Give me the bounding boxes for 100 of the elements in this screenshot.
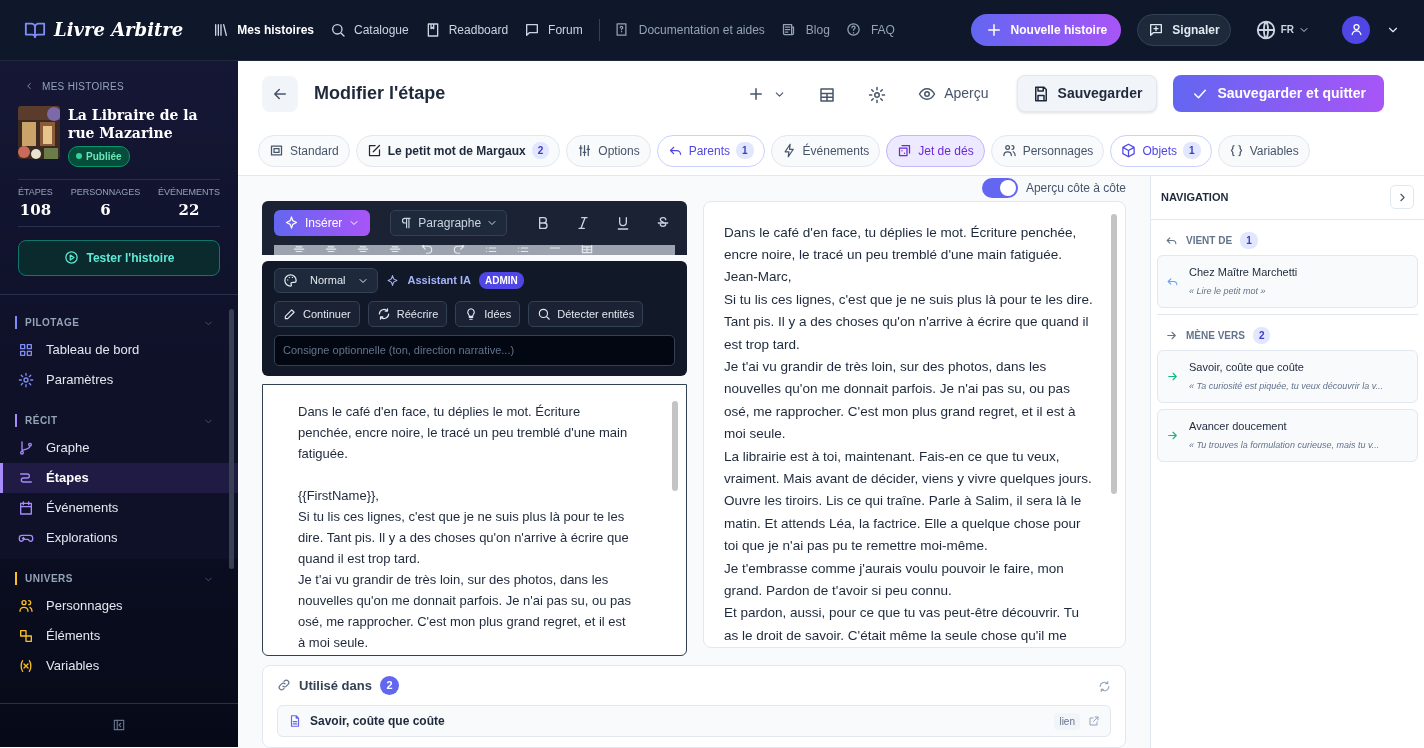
paragraph: La librairie est à toi, maintenant. Fais-en ce que tu veux, vraiment. Mais avant de décider, viens y vivre quelques jours. Ouvre les tiroirs. Lis ce qui traîne. Parle à Salim, il sera là le matin. Et attends Léa, la factrice. Elle a quelque chose pour toi que je n'ai pas pu te remettre moi-même. <box>724 447 1093 556</box>
branch-icon <box>18 439 34 456</box>
linked-step[interactable]: Savoir, coûte que coûte lien <box>277 705 1111 737</box>
tab[interactable]: Personnages <box>990 135 1105 167</box>
test-story-button[interactable]: Tester l'histoire <box>18 239 220 276</box>
nav-link[interactable]: FAQ <box>860 14 905 45</box>
pen-icon <box>283 306 297 321</box>
ai-action-button[interactable]: Détecter entités <box>528 300 644 327</box>
tab[interactable]: Jet de dés <box>886 135 985 167</box>
sidebar-collapse-icon <box>112 718 126 733</box>
back-link[interactable]: MES HISTOIRES <box>42 78 125 94</box>
ai-action-button[interactable]: Idées <box>455 300 521 327</box>
paragraph: Si tu lis ces lignes, c'est que je ne suis plus là pour te les dire. Tant pis. Il y a des choses qu'on n'arrive à écrire que quand il est trop tard. <box>724 290 1093 354</box>
stat-value: 6 <box>99 200 112 222</box>
newspaper-icon <box>780 22 796 38</box>
report-button[interactable]: Signaler <box>1137 13 1231 46</box>
nav-link[interactable]: Catalogue <box>346 14 417 45</box>
choice-text: « Tu trouves la formulation curieuse, mais tu v... <box>1189 439 1380 453</box>
instruction-field[interactable]: Consigne optionnelle (ton, direction narrative...) <box>274 335 675 366</box>
shapes-icon <box>18 627 34 644</box>
scrollbar[interactable] <box>1111 213 1117 494</box>
numbered-list-icon <box>516 244 530 255</box>
users-icon <box>1001 143 1017 159</box>
redo-icon <box>452 244 466 255</box>
help-icon <box>845 22 861 38</box>
chat-plus-icon <box>1148 21 1165 38</box>
stat-value: 108 <box>18 200 53 222</box>
section-title: Utilisé dans <box>299 676 372 695</box>
save-and-quit-button[interactable]: Sauvegarder et quitter <box>1173 75 1384 113</box>
logo-text: Livre Arbitre <box>54 18 184 43</box>
nav-link[interactable]: Documentation et aides <box>628 14 775 45</box>
align-left-icon <box>292 244 306 255</box>
sidebar-item[interactable]: Graphe <box>0 432 238 463</box>
tab[interactable]: Standard <box>258 135 350 167</box>
books-icon <box>213 21 230 38</box>
tab[interactable]: Événements <box>770 135 881 167</box>
step-link[interactable]: Savoir, coûte que coûte « Ta curiosité est piquée, tu veux découvrir la v... <box>1157 349 1418 403</box>
stat-label: ÉTAPES <box>18 185 53 199</box>
style-dropdown[interactable]: Normal <box>274 268 379 293</box>
chat-icon <box>524 21 541 38</box>
tab[interactable]: Le petit mot de Margaux 2 <box>355 135 561 167</box>
step-link[interactable]: Chez Maître Marchetti « Lire le petit mot » <box>1157 254 1418 308</box>
insert-button[interactable]: Insérer <box>274 209 371 236</box>
nav-link[interactable]: Forum <box>540 14 591 45</box>
choice-text: « Lire le petit mot » <box>1189 285 1267 299</box>
edit-icon <box>366 143 382 159</box>
tab[interactable]: Variables <box>1217 135 1310 167</box>
settings-icon <box>18 371 34 388</box>
toggle-switch[interactable] <box>981 178 1018 199</box>
refresh-icon <box>1098 679 1111 693</box>
sidebar-item[interactable]: Variables <box>0 650 238 681</box>
sidebar-item[interactable]: Étapes <box>0 462 238 493</box>
sliders-icon <box>577 143 593 159</box>
bullet-list-icon <box>484 244 498 255</box>
file-icon <box>288 714 302 728</box>
step-title: Avancer doucement <box>1189 418 1288 434</box>
sparkle-icon <box>284 215 299 230</box>
tab[interactable]: Options <box>566 135 651 167</box>
toggle-label: Aperçu côte à côte <box>1025 180 1126 198</box>
nav-link[interactable]: Mes histoires <box>229 14 322 45</box>
align-center-icon <box>324 244 338 255</box>
stat-value: 22 <box>177 200 201 222</box>
group-title: VIENT DE <box>1186 233 1233 248</box>
step-title: Chez Maître Marchetti <box>1189 264 1298 280</box>
step-title: Savoir, coûte que coûte <box>1189 359 1305 375</box>
sidebar-item[interactable]: Paramètres <box>0 364 238 395</box>
cube-icon <box>1121 143 1137 159</box>
sidebar-item[interactable]: Événements <box>0 492 238 523</box>
stat-label: ÉVÉNEMENTS <box>158 185 220 199</box>
preview-button[interactable]: Aperçu <box>906 75 1001 113</box>
nav-link[interactable]: Blog <box>795 14 840 45</box>
nav-link[interactable]: Readboard <box>440 14 517 45</box>
sidebar-item[interactable]: Personnages <box>0 590 238 621</box>
ai-action-button[interactable]: Continuer <box>274 300 360 327</box>
paragraph: Dans le café d'en face, tu déplies le mot. Écriture penchée, encre noire, le tracé un peu tremblé d'une main fatiguée. <box>298 402 629 463</box>
paragraph-icon <box>399 215 414 230</box>
tab[interactable]: Parents 1 <box>656 135 765 167</box>
collapse-button[interactable] <box>1390 185 1414 210</box>
new-story-button[interactable]: Nouvelle histoire <box>970 13 1122 46</box>
step-link[interactable]: Avancer doucement « Tu trouves la formulation curieuse, mais tu v... <box>1157 408 1418 462</box>
sparkle-icon <box>386 274 400 287</box>
tab[interactable]: Objets 1 <box>1110 135 1212 167</box>
language-selector[interactable]: FR <box>1254 18 1310 41</box>
block-style-dropdown[interactable]: Paragraphe <box>390 209 508 236</box>
sidebar-item[interactable]: Explorations <box>0 522 238 553</box>
scrollbar[interactable] <box>229 308 234 569</box>
avatar[interactable] <box>1342 15 1370 44</box>
choice-text: « Ta curiosité est piquée, tu veux découvrir la v... <box>1189 380 1384 394</box>
status-badge: Publiée <box>68 145 130 167</box>
braces-icon <box>1228 143 1244 159</box>
panel-title: NAVIGATION <box>1161 190 1229 206</box>
sidebar-item[interactable]: Tableau de bord <box>0 334 238 365</box>
back-button[interactable] <box>262 75 298 112</box>
ai-action-button[interactable]: Réécrire <box>367 300 448 327</box>
scrollbar[interactable] <box>672 400 678 491</box>
paragraph: Je t'ai vu grandir de très loin, sur des photos, dans les nouvelles qu'on me donnait parfois. Je n'ai pas su, ou pas osé, me rapprocher. C'est mon plus grand regret, et il est à moi seule. <box>724 357 1077 444</box>
globe-icon <box>1254 18 1277 41</box>
palette-icon <box>283 273 298 288</box>
save-button[interactable]: Sauvegarder <box>1016 75 1158 113</box>
sidebar-item[interactable]: Éléments <box>0 620 238 651</box>
